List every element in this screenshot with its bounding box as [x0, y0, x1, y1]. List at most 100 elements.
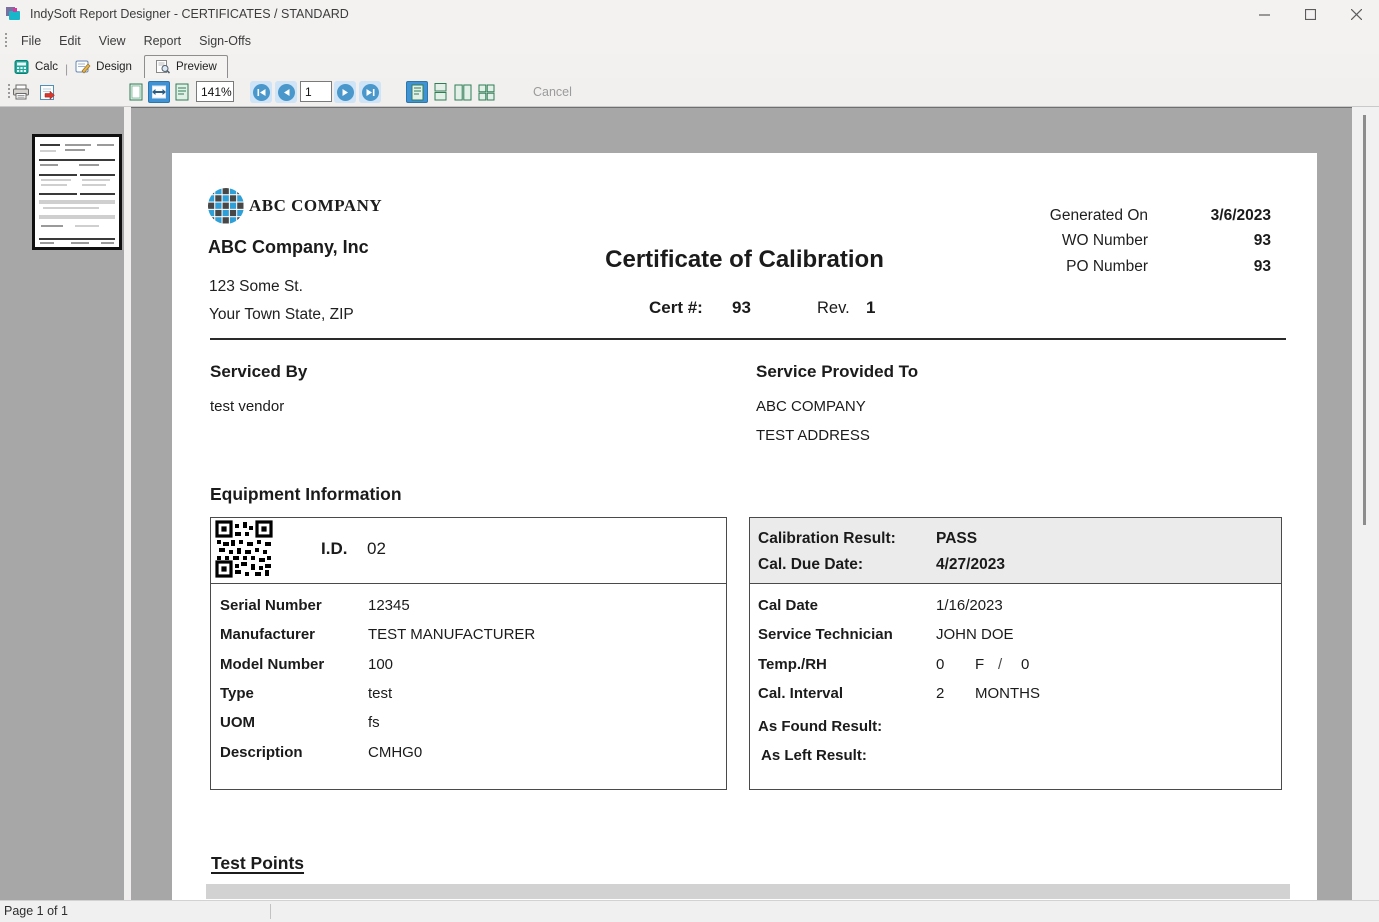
close-icon[interactable]: [1333, 0, 1379, 28]
document-meta-block: Generated On 3/6/2023 WO Number 93 PO Nu…: [878, 203, 1271, 280]
cal-interval-label: Cal. Interval: [758, 685, 936, 702]
tab-preview[interactable]: Preview: [144, 55, 228, 78]
cal-interval-unit: MONTHS: [975, 685, 1040, 702]
temp-rh-separator: /: [998, 656, 1021, 673]
menu-sign-offs[interactable]: Sign-Offs: [190, 28, 260, 54]
app-logo-icon: [5, 5, 23, 23]
zoom-100-icon: [174, 83, 190, 101]
description-label: Description: [220, 744, 368, 761]
revision-label: Rev.: [817, 299, 850, 318]
single-page-view-button[interactable]: [406, 81, 428, 103]
continuous-view-button[interactable]: [429, 81, 451, 103]
service-technician-value: JOHN DOE: [936, 626, 1014, 643]
cancel-button[interactable]: Cancel: [533, 81, 572, 103]
equipment-id-header: I.D. 02: [211, 518, 726, 584]
first-page-button[interactable]: [250, 81, 272, 103]
page-indicator: Page 1 of 1: [4, 904, 68, 918]
tab-calc-label: Calc: [35, 61, 58, 73]
generated-on-label: Generated On: [878, 207, 1148, 225]
menu-view[interactable]: View: [90, 28, 135, 54]
facing-pages-view-button[interactable]: [452, 81, 474, 103]
menu-file[interactable]: File: [12, 28, 50, 54]
zoom-100-button[interactable]: [171, 81, 193, 103]
page-thumbnail[interactable]: [32, 134, 122, 250]
panel-splitter[interactable]: [124, 107, 131, 900]
thumbnail-panel: [0, 107, 124, 900]
company-globe-logo-icon: [207, 187, 245, 225]
service-technician-row: Service Technician JOHN DOE: [750, 620, 1281, 649]
model-number-value: 100: [368, 656, 393, 673]
minimize-icon[interactable]: [1241, 0, 1287, 28]
serial-number-label: Serial Number: [220, 597, 368, 614]
wo-number-label: WO Number: [878, 232, 1148, 250]
zoom-whole-page-button[interactable]: [125, 81, 147, 103]
preview-icon: [155, 60, 171, 74]
meta-row-wo-number: WO Number 93: [878, 229, 1271, 255]
temp-rh-row: Temp./RH 0 F / 0: [750, 650, 1281, 679]
export-button[interactable]: [36, 81, 58, 103]
service-provided-to-line2: TEST ADDRESS: [756, 427, 870, 444]
print-button[interactable]: [10, 81, 32, 103]
facing-pages-view-icon: [454, 84, 472, 101]
service-technician-label: Service Technician: [758, 626, 936, 643]
tab-design-label: Design: [96, 61, 132, 73]
equipment-row-type: Type test: [211, 679, 726, 708]
tab-bar: Calc | Design Preview: [0, 54, 1379, 78]
cal-due-date-row: Cal. Due Date: 4/27/2023: [750, 552, 1281, 578]
app-window: IndySoft Report Designer - CERTIFICATES …: [0, 0, 1379, 922]
design-icon: [75, 60, 91, 74]
last-page-button[interactable]: [359, 81, 381, 103]
meta-row-po-number: PO Number 93: [878, 254, 1271, 280]
next-page-icon: [342, 88, 349, 97]
equipment-info-box: I.D. 02 Serial Number 12345 Manufacturer…: [210, 517, 727, 790]
rh-value: 0: [1021, 656, 1029, 673]
printer-icon: [12, 84, 30, 100]
company-address-line1: 123 Some St.: [209, 278, 303, 296]
previous-page-button[interactable]: [275, 81, 297, 103]
header-divider: [210, 338, 1286, 340]
manufacturer-value: TEST MANUFACTURER: [368, 626, 535, 643]
scrollbar-thumb[interactable]: [1363, 115, 1366, 525]
service-provided-to-line1: ABC COMPANY: [756, 398, 866, 415]
menu-edit[interactable]: Edit: [50, 28, 90, 54]
serviced-by-heading: Serviced By: [210, 362, 307, 382]
meta-row-generated-on: Generated On 3/6/2023: [878, 203, 1271, 229]
test-points-table-header-bar: [206, 884, 1290, 899]
next-page-button[interactable]: [334, 81, 356, 103]
maximize-icon[interactable]: [1287, 0, 1333, 28]
certificate-page: ABC COMPANY ABC Company, Inc 123 Some St…: [172, 153, 1317, 900]
equipment-row-serial-number: Serial Number 12345: [211, 591, 726, 620]
page-width-icon: [151, 84, 167, 100]
calibration-result-box: Calibration Result: PASS Cal. Due Date: …: [749, 517, 1282, 790]
menubar-grip[interactable]: [4, 33, 8, 49]
menu-report[interactable]: Report: [135, 28, 191, 54]
tab-design[interactable]: Design: [69, 56, 138, 78]
serial-number-value: 12345: [368, 597, 410, 614]
calibration-result-label: Calibration Result:: [758, 530, 936, 548]
multiple-pages-view-button[interactable]: [475, 81, 497, 103]
multiple-pages-view-icon: [478, 84, 495, 101]
status-bar: Page 1 of 1: [0, 900, 1379, 922]
cert-number-label: Cert #:: [649, 298, 703, 318]
zoom-level-input[interactable]: [196, 81, 234, 102]
previous-page-icon: [283, 88, 290, 97]
as-found-result-label: As Found Result:: [750, 712, 1281, 741]
equipment-row-manufacturer: Manufacturer TEST MANUFACTURER: [211, 620, 726, 649]
temp-rh-label: Temp./RH: [758, 656, 936, 673]
tab-calc[interactable]: Calc: [8, 56, 64, 78]
calibration-result-value: PASS: [936, 530, 977, 548]
preview-content: ABC COMPANY ABC Company, Inc 123 Some St…: [0, 107, 1379, 900]
type-label: Type: [220, 685, 368, 702]
equipment-row-uom: UOM fs: [211, 708, 726, 737]
page-number-input[interactable]: [300, 81, 332, 102]
qr-code-icon: [215, 520, 273, 578]
vertical-scrollbar[interactable]: [1352, 107, 1379, 900]
calculator-icon: [14, 60, 30, 74]
tab-preview-label: Preview: [176, 61, 217, 73]
wo-number-value: 93: [1148, 232, 1271, 250]
equipment-id-value: 02: [367, 539, 386, 559]
service-provided-to-heading: Service Provided To: [756, 362, 918, 382]
temp-value: 0: [936, 656, 975, 673]
zoom-page-width-button[interactable]: [148, 81, 170, 103]
cal-date-value: 1/16/2023: [936, 597, 1003, 614]
